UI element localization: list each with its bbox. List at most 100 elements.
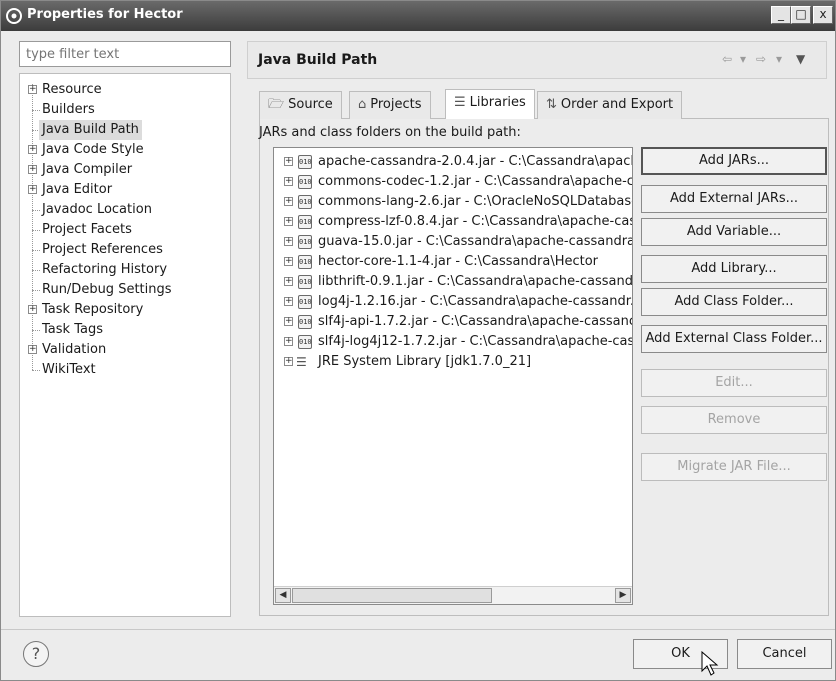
tab-projects[interactable]: ⌂ Projects bbox=[349, 91, 431, 119]
nav-item-builders[interactable]: Builders bbox=[20, 100, 230, 120]
tab-order-and-export[interactable]: ⇅ Order and Export bbox=[537, 91, 683, 119]
nav-item-wikitext[interactable]: WikiText bbox=[20, 360, 230, 380]
nav-item-project-references[interactable]: Project References bbox=[20, 240, 230, 260]
expand-icon[interactable]: + bbox=[28, 165, 37, 174]
library-entry[interactable]: +010 libthrift-0.9.1.jar - C:\Cassandra\a… bbox=[274, 272, 632, 292]
edit-button[interactable]: Edit... bbox=[641, 369, 827, 397]
forward-arrow-icon[interactable]: ⇨ bbox=[756, 52, 766, 66]
jar-icon: 010 bbox=[298, 155, 312, 169]
tab-source[interactable]: 🗁 Source bbox=[259, 91, 342, 119]
jar-icon: 010 bbox=[298, 275, 312, 289]
libraries-caption: JARs and class folders on the build path… bbox=[259, 125, 521, 140]
nav-item-label: Run/Debug Settings bbox=[42, 282, 172, 297]
library-entry[interactable]: +010 log4j-1.2.16.jar - C:\Cassandra\apac… bbox=[274, 292, 632, 312]
nav-item-java-editor[interactable]: + Java Editor bbox=[20, 180, 230, 200]
nav-item-label: Task Tags bbox=[42, 322, 103, 337]
nav-item-java-build-path[interactable]: Java Build Path bbox=[20, 120, 230, 140]
library-entry[interactable]: +010 hector-core-1.1-4.jar - C:\Cassandra… bbox=[274, 252, 632, 272]
nav-item-validation[interactable]: + Validation bbox=[20, 340, 230, 360]
jar-icon: 010 bbox=[298, 315, 312, 329]
expand-icon[interactable]: + bbox=[28, 145, 37, 154]
expand-icon[interactable]: + bbox=[284, 177, 293, 186]
library-entry[interactable]: + ☰ JRE System Library [jdk1.7.0_21] bbox=[274, 352, 632, 372]
nav-item-task-repository[interactable]: + Task Repository bbox=[20, 300, 230, 320]
nav-item-javadoc-location[interactable]: Javadoc Location bbox=[20, 200, 230, 220]
page-title: Java Build Path bbox=[258, 52, 378, 68]
nav-item-label: Refactoring History bbox=[42, 262, 168, 277]
library-entry-label: commons-codec-1.2.jar - C:\Cassandra\apa… bbox=[318, 174, 632, 189]
expand-icon[interactable]: + bbox=[28, 345, 37, 354]
expand-icon[interactable]: + bbox=[284, 237, 293, 246]
nav-item-label: Project Facets bbox=[42, 222, 132, 237]
jar-icon: 010 bbox=[298, 295, 312, 309]
nav-item-java-code-style[interactable]: + Java Code Style bbox=[20, 140, 230, 160]
library-entry[interactable]: +010 compress-lzf-0.8.4.jar - C:\Cassandr… bbox=[274, 212, 632, 232]
add-external-class-folder-button[interactable]: Add External Class Folder... bbox=[641, 325, 827, 353]
add-variable-button[interactable]: Add Variable... bbox=[641, 218, 827, 246]
expand-icon[interactable]: + bbox=[284, 217, 293, 226]
title-bar[interactable]: Properties for Hector _ □ x bbox=[1, 1, 835, 31]
expand-icon[interactable]: + bbox=[28, 305, 37, 314]
tab-libraries[interactable]: ☰ Libraries bbox=[445, 89, 535, 119]
tree-connector bbox=[32, 370, 40, 371]
expand-icon[interactable]: + bbox=[284, 157, 293, 166]
nav-item-java-compiler[interactable]: + Java Compiler bbox=[20, 160, 230, 180]
library-entry[interactable]: +010 guava-15.0.jar - C:\Cassandra\apache… bbox=[274, 232, 632, 252]
projects-icon: ⌂ bbox=[358, 97, 367, 112]
library-entry[interactable]: +010 apache-cassandra-2.0.4.jar - C:\Cass… bbox=[274, 152, 632, 172]
library-entry[interactable]: +010 slf4j-api-1.7.2.jar - C:\Cassandra\a… bbox=[274, 312, 632, 332]
expand-icon[interactable]: + bbox=[284, 357, 293, 366]
expand-icon[interactable]: + bbox=[284, 337, 293, 346]
add-external-jars-button[interactable]: Add External JARs... bbox=[641, 185, 827, 213]
expand-icon[interactable]: + bbox=[284, 257, 293, 266]
expand-icon[interactable]: + bbox=[28, 85, 37, 94]
nav-item-run-debug-settings[interactable]: Run/Debug Settings bbox=[20, 280, 230, 300]
nav-item-resource[interactable]: + Resource bbox=[20, 80, 230, 100]
library-entry[interactable]: +010 commons-codec-1.2.jar - C:\Cassandra… bbox=[274, 172, 632, 192]
tree-connector bbox=[32, 330, 40, 331]
add-class-folder-button[interactable]: Add Class Folder... bbox=[641, 288, 827, 316]
scroll-right-icon[interactable]: ▶ bbox=[615, 588, 631, 603]
gear-icon bbox=[6, 8, 22, 24]
forward-dropdown-icon[interactable]: ▾ bbox=[776, 52, 782, 66]
expand-icon[interactable]: + bbox=[28, 185, 37, 194]
jar-icon: 010 bbox=[298, 195, 312, 209]
help-icon[interactable]: ? bbox=[23, 641, 49, 667]
add-library-button[interactable]: Add Library... bbox=[641, 255, 827, 283]
tree-connector bbox=[32, 110, 40, 111]
add-jars-button[interactable]: Add JARs... bbox=[641, 147, 827, 175]
cancel-button[interactable]: Cancel bbox=[737, 639, 832, 669]
window-title: Properties for Hector bbox=[27, 7, 183, 22]
library-entry[interactable]: +010 commons-lang-2.6.jar - C:\OracleNoSQ… bbox=[274, 192, 632, 212]
nav-item-task-tags[interactable]: Task Tags bbox=[20, 320, 230, 340]
jar-icon: 010 bbox=[298, 175, 312, 189]
nav-item-label: Resource bbox=[42, 82, 102, 97]
order-export-icon: ⇅ bbox=[546, 97, 557, 112]
library-entry[interactable]: +010 slf4j-log4j12-1.7.2.jar - C:\Cassand… bbox=[274, 332, 632, 352]
view-menu-icon[interactable]: ▼ bbox=[796, 52, 805, 66]
scroll-left-icon[interactable]: ◀ bbox=[275, 588, 291, 603]
nav-item-refactoring-history[interactable]: Refactoring History bbox=[20, 260, 230, 280]
jar-icon: 010 bbox=[298, 335, 312, 349]
horizontal-scrollbar[interactable]: ◀ ▶ bbox=[274, 586, 632, 604]
scroll-thumb[interactable] bbox=[292, 588, 492, 603]
migrate-jar-button[interactable]: Migrate JAR File... bbox=[641, 453, 827, 481]
library-entry-label: commons-lang-2.6.jar - C:\OracleNoSQLDat… bbox=[318, 194, 632, 209]
nav-item-project-facets[interactable]: Project Facets bbox=[20, 220, 230, 240]
expand-icon[interactable]: + bbox=[284, 317, 293, 326]
minimize-button[interactable]: _ bbox=[771, 6, 791, 24]
expand-icon[interactable]: + bbox=[284, 277, 293, 286]
nav-item-label: Java Compiler bbox=[42, 162, 133, 177]
expand-icon[interactable]: + bbox=[284, 197, 293, 206]
remove-button[interactable]: Remove bbox=[641, 406, 827, 434]
back-dropdown-icon[interactable]: ▾ bbox=[740, 52, 746, 66]
library-entry-label: guava-15.0.jar - C:\Cassandra\apache-cas… bbox=[318, 234, 632, 249]
libraries-list[interactable]: +010 apache-cassandra-2.0.4.jar - C:\Cass… bbox=[273, 147, 633, 605]
close-button[interactable]: x bbox=[813, 6, 833, 24]
back-arrow-icon[interactable]: ⇦ bbox=[722, 52, 732, 66]
nav-item-label: Java Build Path bbox=[39, 120, 142, 140]
tree-connector bbox=[32, 230, 40, 231]
expand-icon[interactable]: + bbox=[284, 297, 293, 306]
filter-input[interactable] bbox=[19, 41, 231, 67]
maximize-button[interactable]: □ bbox=[791, 6, 811, 24]
